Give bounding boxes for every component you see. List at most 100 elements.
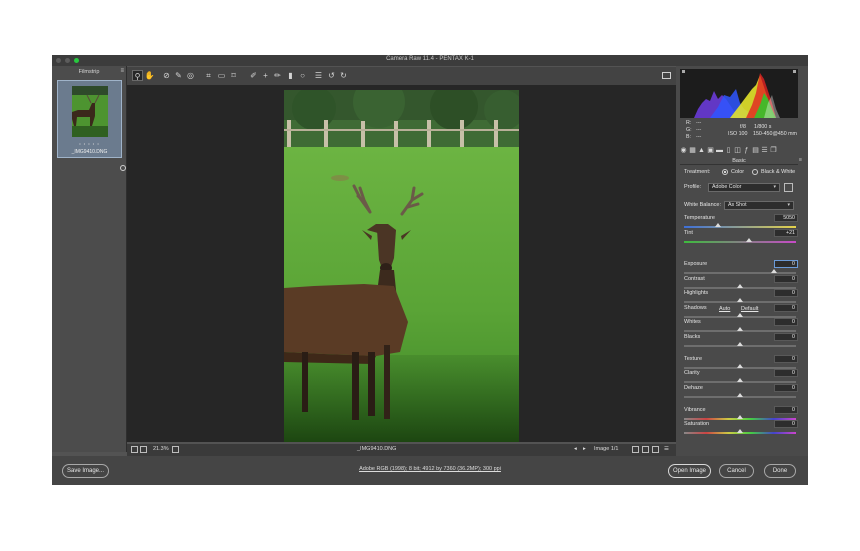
image-preview-area[interactable] bbox=[127, 85, 676, 442]
whites-slider-handle[interactable] bbox=[737, 327, 743, 331]
open-image-button[interactable]: Open Image bbox=[668, 464, 711, 478]
filmstrip-menu-icon[interactable]: ≡ bbox=[120, 68, 124, 74]
shadows-slider-handle[interactable] bbox=[737, 313, 743, 317]
treatment-color-radio[interactable] bbox=[722, 169, 728, 175]
prev-image-button[interactable]: ◂ bbox=[574, 446, 577, 452]
vibrance-value-field[interactable]: 0 bbox=[774, 406, 798, 414]
preview-toggle-icon[interactable] bbox=[131, 446, 138, 453]
target-adjust-icon[interactable]: ◎ bbox=[185, 70, 196, 81]
tab-calibration-icon[interactable]: ▤ bbox=[752, 147, 759, 155]
saturation-label: Saturation bbox=[684, 421, 710, 427]
contrast-slider-handle[interactable] bbox=[737, 284, 743, 288]
copy-settings-icon[interactable] bbox=[652, 446, 659, 453]
before-after-icon[interactable] bbox=[632, 446, 639, 453]
tint-slider-handle[interactable] bbox=[745, 238, 752, 242]
fit-view-icon[interactable] bbox=[140, 446, 147, 453]
image-filename: _IMG9410.DNG bbox=[357, 446, 397, 452]
tab-snapshots-icon[interactable]: ❐ bbox=[770, 147, 777, 155]
filmstrip-header: Filmstrip bbox=[78, 69, 100, 75]
highlight-clipping-icon[interactable] bbox=[793, 70, 796, 73]
zoom-level[interactable]: 21.3% bbox=[153, 446, 169, 452]
contrast-value-field[interactable]: 0 bbox=[774, 275, 798, 283]
lens-value: 150-450@450 mm bbox=[753, 131, 797, 137]
dehaze-value-field[interactable]: 0 bbox=[774, 384, 798, 392]
dehaze-slider-handle[interactable] bbox=[737, 393, 743, 397]
saturation-slider-handle[interactable] bbox=[737, 429, 743, 433]
tab-hsl-icon[interactable]: ▣ bbox=[707, 147, 714, 155]
rotate-left-icon[interactable]: ↺ bbox=[326, 70, 337, 81]
zoom-dropdown-icon[interactable] bbox=[172, 446, 179, 453]
auto-link[interactable]: Auto bbox=[719, 306, 730, 312]
thumbnail-image bbox=[72, 86, 108, 137]
highlights-value-field[interactable]: 0 bbox=[774, 289, 798, 297]
temperature-slider-track[interactable] bbox=[684, 226, 796, 228]
view-settings-icon[interactable]: ☰ bbox=[664, 446, 669, 452]
straighten-icon[interactable]: ▭ bbox=[216, 70, 227, 81]
profile-label: Profile: bbox=[684, 184, 702, 190]
zoom-icon[interactable]: ⚲ bbox=[132, 70, 143, 81]
color-sampler-icon[interactable]: ✎ bbox=[173, 70, 184, 81]
graduated-filter-icon[interactable]: ▮ bbox=[285, 70, 296, 81]
whites-value-field[interactable]: 0 bbox=[774, 318, 798, 326]
hand-icon[interactable]: ✋ bbox=[144, 70, 155, 81]
tab-basic-icon[interactable]: ◉ bbox=[680, 147, 687, 155]
transform-icon[interactable]: ⌑ bbox=[228, 70, 239, 81]
tab-detail-icon[interactable]: ▲ bbox=[698, 147, 705, 155]
treatment-bw-radio[interactable] bbox=[752, 169, 758, 175]
settings-badge-icon bbox=[120, 165, 126, 171]
swap-settings-icon[interactable] bbox=[642, 446, 649, 453]
texture-value-field[interactable]: 0 bbox=[774, 355, 798, 363]
temperature-slider-handle[interactable] bbox=[714, 223, 721, 227]
tab-presets-icon[interactable]: ☰ bbox=[761, 147, 768, 155]
profile-browser-icon[interactable] bbox=[784, 183, 793, 192]
exposure-value-field[interactable]: 0 bbox=[774, 260, 798, 268]
vibrance-slider-handle[interactable] bbox=[737, 415, 743, 419]
whites-label: Whites bbox=[684, 319, 701, 325]
basic-section-title: Basic bbox=[680, 157, 798, 165]
tab-tone-curve-icon[interactable]: ▦ bbox=[689, 147, 696, 155]
adjustment-brush-icon[interactable]: ✏ bbox=[272, 70, 283, 81]
thumbnail-rating[interactable]: • • • • • bbox=[58, 141, 121, 146]
treatment-bw-label: Black & White bbox=[761, 169, 796, 175]
full-screen-icon[interactable] bbox=[662, 72, 671, 79]
cancel-button[interactable]: Cancel bbox=[719, 464, 754, 478]
tab-transform-icon[interactable]: ◫ bbox=[734, 147, 741, 155]
toolbar: ⚲ ✋ ⊘ ✎ ◎ ⌗ ▭ ⌑ ✐ + ✏ ▮ ○ ☰ ↺ ↻ bbox=[127, 67, 676, 85]
temperature-value-field[interactable]: 5050 bbox=[774, 214, 798, 222]
white-balance-label: White Balance: bbox=[684, 202, 721, 208]
filmstrip-thumbnail[interactable]: • • • • • _IMG9410.DNG bbox=[57, 80, 126, 171]
basic-menu-icon[interactable]: ≡ bbox=[799, 157, 802, 163]
shadow-clipping-icon[interactable] bbox=[682, 70, 685, 73]
blacks-value-field[interactable]: 0 bbox=[774, 333, 798, 341]
red-eye-icon[interactable]: + bbox=[260, 70, 271, 81]
done-button[interactable]: Done bbox=[764, 464, 796, 478]
tab-split-toning-icon[interactable]: ▬ bbox=[716, 147, 723, 155]
white-balance-select[interactable]: As Shot ▾ bbox=[724, 201, 794, 210]
tint-value-field[interactable]: +21 bbox=[774, 229, 798, 237]
r-value: --- bbox=[696, 120, 702, 126]
preferences-icon[interactable]: ☰ bbox=[313, 70, 324, 81]
white-balance-icon[interactable]: ⊘ bbox=[161, 70, 172, 81]
tab-lens-icon[interactable]: ▯ bbox=[725, 147, 732, 155]
tab-effects-icon[interactable]: ƒ bbox=[743, 147, 750, 155]
spot-removal-icon[interactable]: ✐ bbox=[248, 70, 259, 81]
highlights-slider-handle[interactable] bbox=[737, 298, 743, 302]
clarity-slider-handle[interactable] bbox=[737, 378, 743, 382]
profile-select[interactable]: Adobe Color ▾ bbox=[708, 183, 780, 192]
crop-icon[interactable]: ⌗ bbox=[203, 70, 214, 81]
clarity-value-field[interactable]: 0 bbox=[774, 369, 798, 377]
radial-filter-icon[interactable]: ○ bbox=[297, 70, 308, 81]
blacks-slider-handle[interactable] bbox=[737, 342, 743, 346]
saturation-value-field[interactable]: 0 bbox=[774, 420, 798, 428]
chevron-down-icon: ▾ bbox=[773, 184, 776, 190]
shadows-value-field[interactable]: 0 bbox=[774, 304, 798, 312]
r-label: R: bbox=[686, 120, 692, 126]
default-link[interactable]: Default bbox=[741, 306, 758, 312]
iso-value: ISO 100 bbox=[728, 131, 748, 137]
exposure-slider-track[interactable] bbox=[684, 272, 796, 274]
rotate-right-icon[interactable]: ↻ bbox=[338, 70, 349, 81]
texture-slider-handle[interactable] bbox=[737, 364, 743, 368]
tint-slider-track[interactable] bbox=[684, 241, 796, 243]
next-image-button[interactable]: ▸ bbox=[583, 446, 586, 452]
exposure-slider-handle[interactable] bbox=[770, 269, 777, 273]
